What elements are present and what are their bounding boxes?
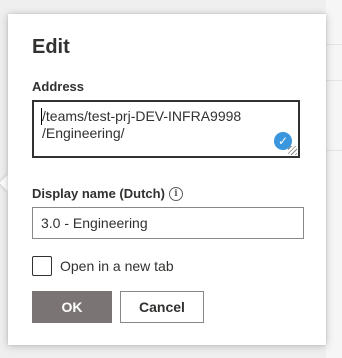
resize-handle-icon[interactable]	[288, 146, 297, 155]
background-divider	[326, 150, 342, 151]
cancel-button[interactable]: Cancel	[120, 291, 204, 323]
info-icon[interactable]: i	[168, 186, 183, 201]
ok-button[interactable]: OK	[32, 291, 112, 323]
address-field[interactable]: /teams/test-prj-DEV-INFRA9998 /Engineeri…	[32, 100, 300, 158]
display-name-input[interactable]	[32, 207, 304, 239]
dialog-title: Edit	[32, 36, 70, 58]
callout-beak-cover	[8, 170, 20, 196]
open-new-tab-checkbox[interactable]	[32, 256, 52, 276]
background-divider	[326, 44, 342, 45]
address-value: /teams/test-prj-DEV-INFRA9998 /Engineeri…	[42, 108, 242, 141]
open-new-tab-label[interactable]: Open in a new tab	[60, 258, 174, 274]
background-panel	[326, 0, 342, 358]
address-label: Address	[32, 79, 85, 94]
display-name-label-text: Display name (Dutch)	[32, 186, 165, 201]
background-divider	[326, 80, 342, 81]
display-name-label: Display name (Dutch) i	[32, 186, 183, 202]
